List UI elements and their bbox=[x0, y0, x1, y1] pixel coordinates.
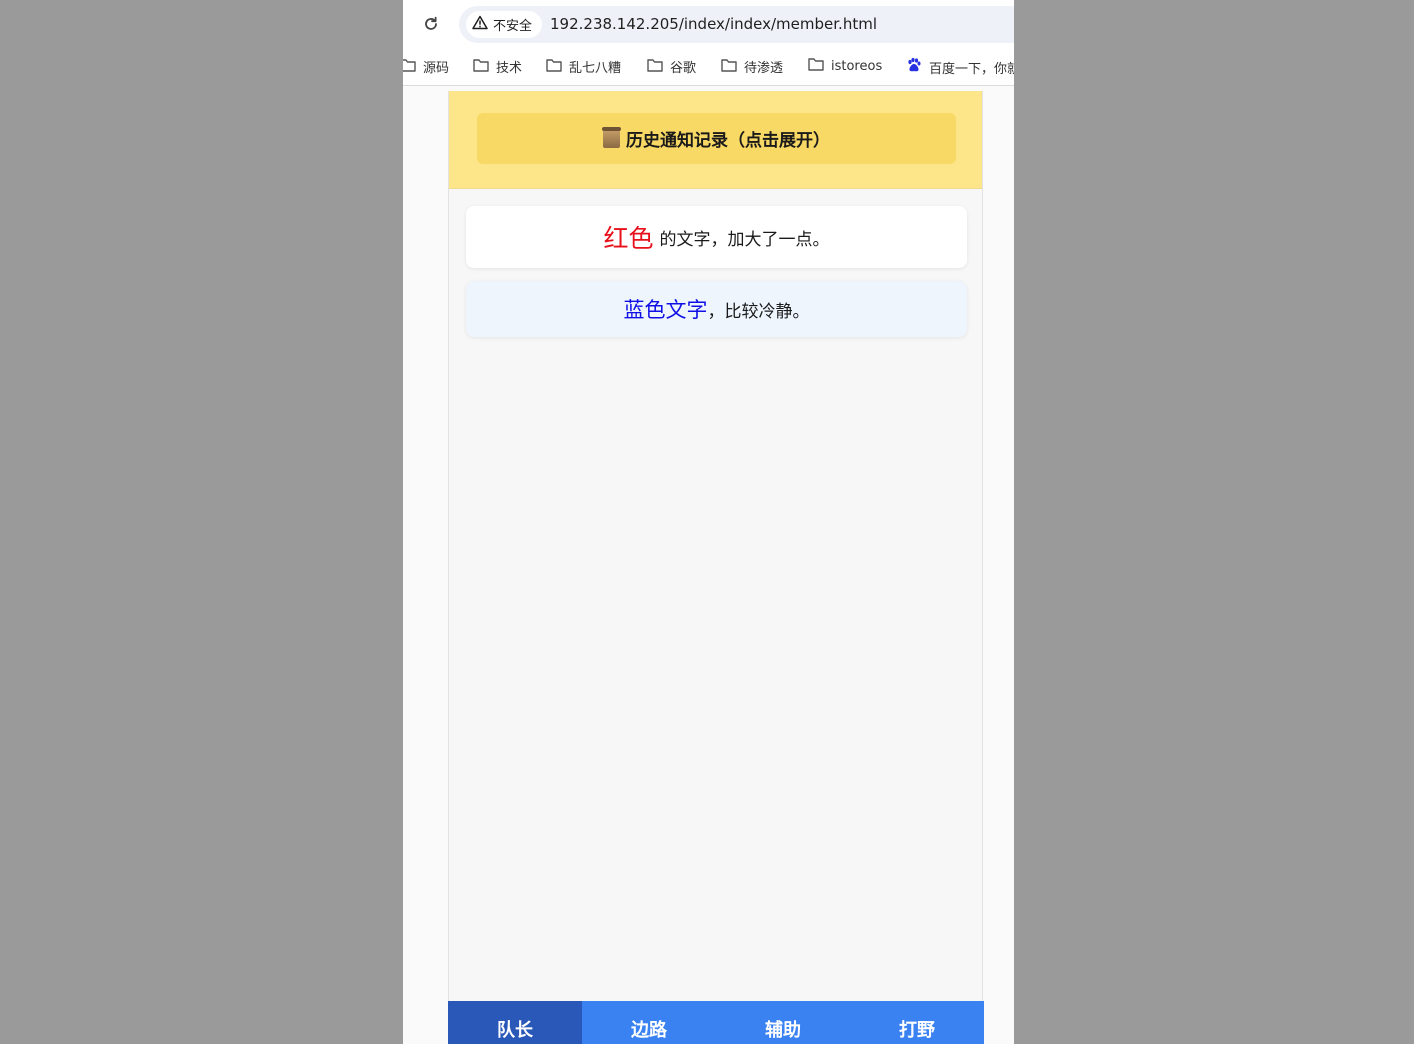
folder-icon bbox=[546, 58, 562, 76]
notice-header: 历史通知记录（点击展开） bbox=[449, 91, 982, 189]
tab-support[interactable]: 辅助 bbox=[716, 1001, 850, 1044]
tab-side-lane[interactable]: 边路 bbox=[582, 1001, 716, 1044]
member-page: 历史通知记录（点击展开） 红色 的文字，加大了一点。 蓝色文字 ，比较冷静。 bbox=[448, 91, 983, 1044]
bookmark-item[interactable]: istoreos bbox=[808, 57, 882, 75]
history-notice-button[interactable]: 历史通知记录（点击展开） bbox=[477, 113, 956, 164]
folder-icon bbox=[808, 57, 824, 75]
folder-icon bbox=[647, 58, 663, 76]
message-card-red: 红色 的文字，加大了一点。 bbox=[466, 206, 967, 268]
bookmark-item[interactable]: 源码 bbox=[403, 57, 449, 76]
bottom-tab-bar: 队长 边路 辅助 打野 bbox=[448, 1001, 984, 1044]
bookmark-label: 谷歌 bbox=[670, 61, 697, 76]
blue-message-text: ，比较冷静。 bbox=[707, 301, 810, 322]
bookmark-label: istoreos bbox=[831, 58, 883, 74]
warning-icon bbox=[472, 15, 488, 34]
bookmark-label: 百度一下，你就 bbox=[929, 61, 1014, 77]
security-label: 不安全 bbox=[493, 19, 533, 34]
bookmark-item[interactable]: 待渗透 bbox=[721, 57, 783, 76]
red-highlight-text: 红色 bbox=[603, 224, 654, 253]
message-card-blue: 蓝色文字 ，比较冷静。 bbox=[466, 281, 967, 337]
bookmark-label: 待渗透 bbox=[744, 61, 784, 76]
bookmark-item[interactable]: 技术 bbox=[473, 57, 522, 76]
bookmark-label: 源码 bbox=[423, 61, 450, 76]
tab-jungle[interactable]: 打野 bbox=[850, 1001, 984, 1044]
folder-icon bbox=[403, 58, 416, 76]
page-viewport: 历史通知记录（点击展开） 红色 的文字，加大了一点。 蓝色文字 ，比较冷静。 队… bbox=[403, 86, 1014, 1044]
reload-icon[interactable] bbox=[421, 14, 441, 34]
browser-toolbar: 不安全 192.238.142.205/index/index/member.h… bbox=[403, 0, 1014, 48]
security-chip[interactable]: 不安全 bbox=[466, 11, 543, 38]
url-text[interactable]: 192.238.142.205/index/index/member.html bbox=[550, 6, 877, 43]
bookmark-label: 乱七八糟 bbox=[569, 61, 622, 76]
red-message-text: 的文字，加大了一点。 bbox=[659, 229, 830, 250]
bookmark-item[interactable]: 百度一下，你就 bbox=[906, 57, 1014, 77]
folder-icon bbox=[473, 58, 489, 76]
folder-icon bbox=[721, 58, 737, 76]
bookmarks-bar: 源码 技术 乱七八糟 谷歌 待渗透 istoreos 百度一下，你就 bbox=[403, 48, 1014, 86]
history-notice-label: 历史通知记录（点击展开） bbox=[626, 131, 830, 151]
bookmark-label: 技术 bbox=[496, 61, 523, 76]
scroll-icon bbox=[602, 127, 621, 148]
blue-highlight-text: 蓝色文字 bbox=[623, 298, 708, 322]
bookmark-item[interactable]: 谷歌 bbox=[647, 57, 696, 76]
bookmark-item[interactable]: 乱七八糟 bbox=[546, 57, 621, 76]
tab-captain[interactable]: 队长 bbox=[448, 1001, 582, 1044]
baidu-paw-icon bbox=[906, 57, 922, 77]
address-bar[interactable]: 不安全 192.238.142.205/index/index/member.h… bbox=[459, 6, 1014, 43]
browser-window: 不安全 192.238.142.205/index/index/member.h… bbox=[403, 0, 1014, 1044]
